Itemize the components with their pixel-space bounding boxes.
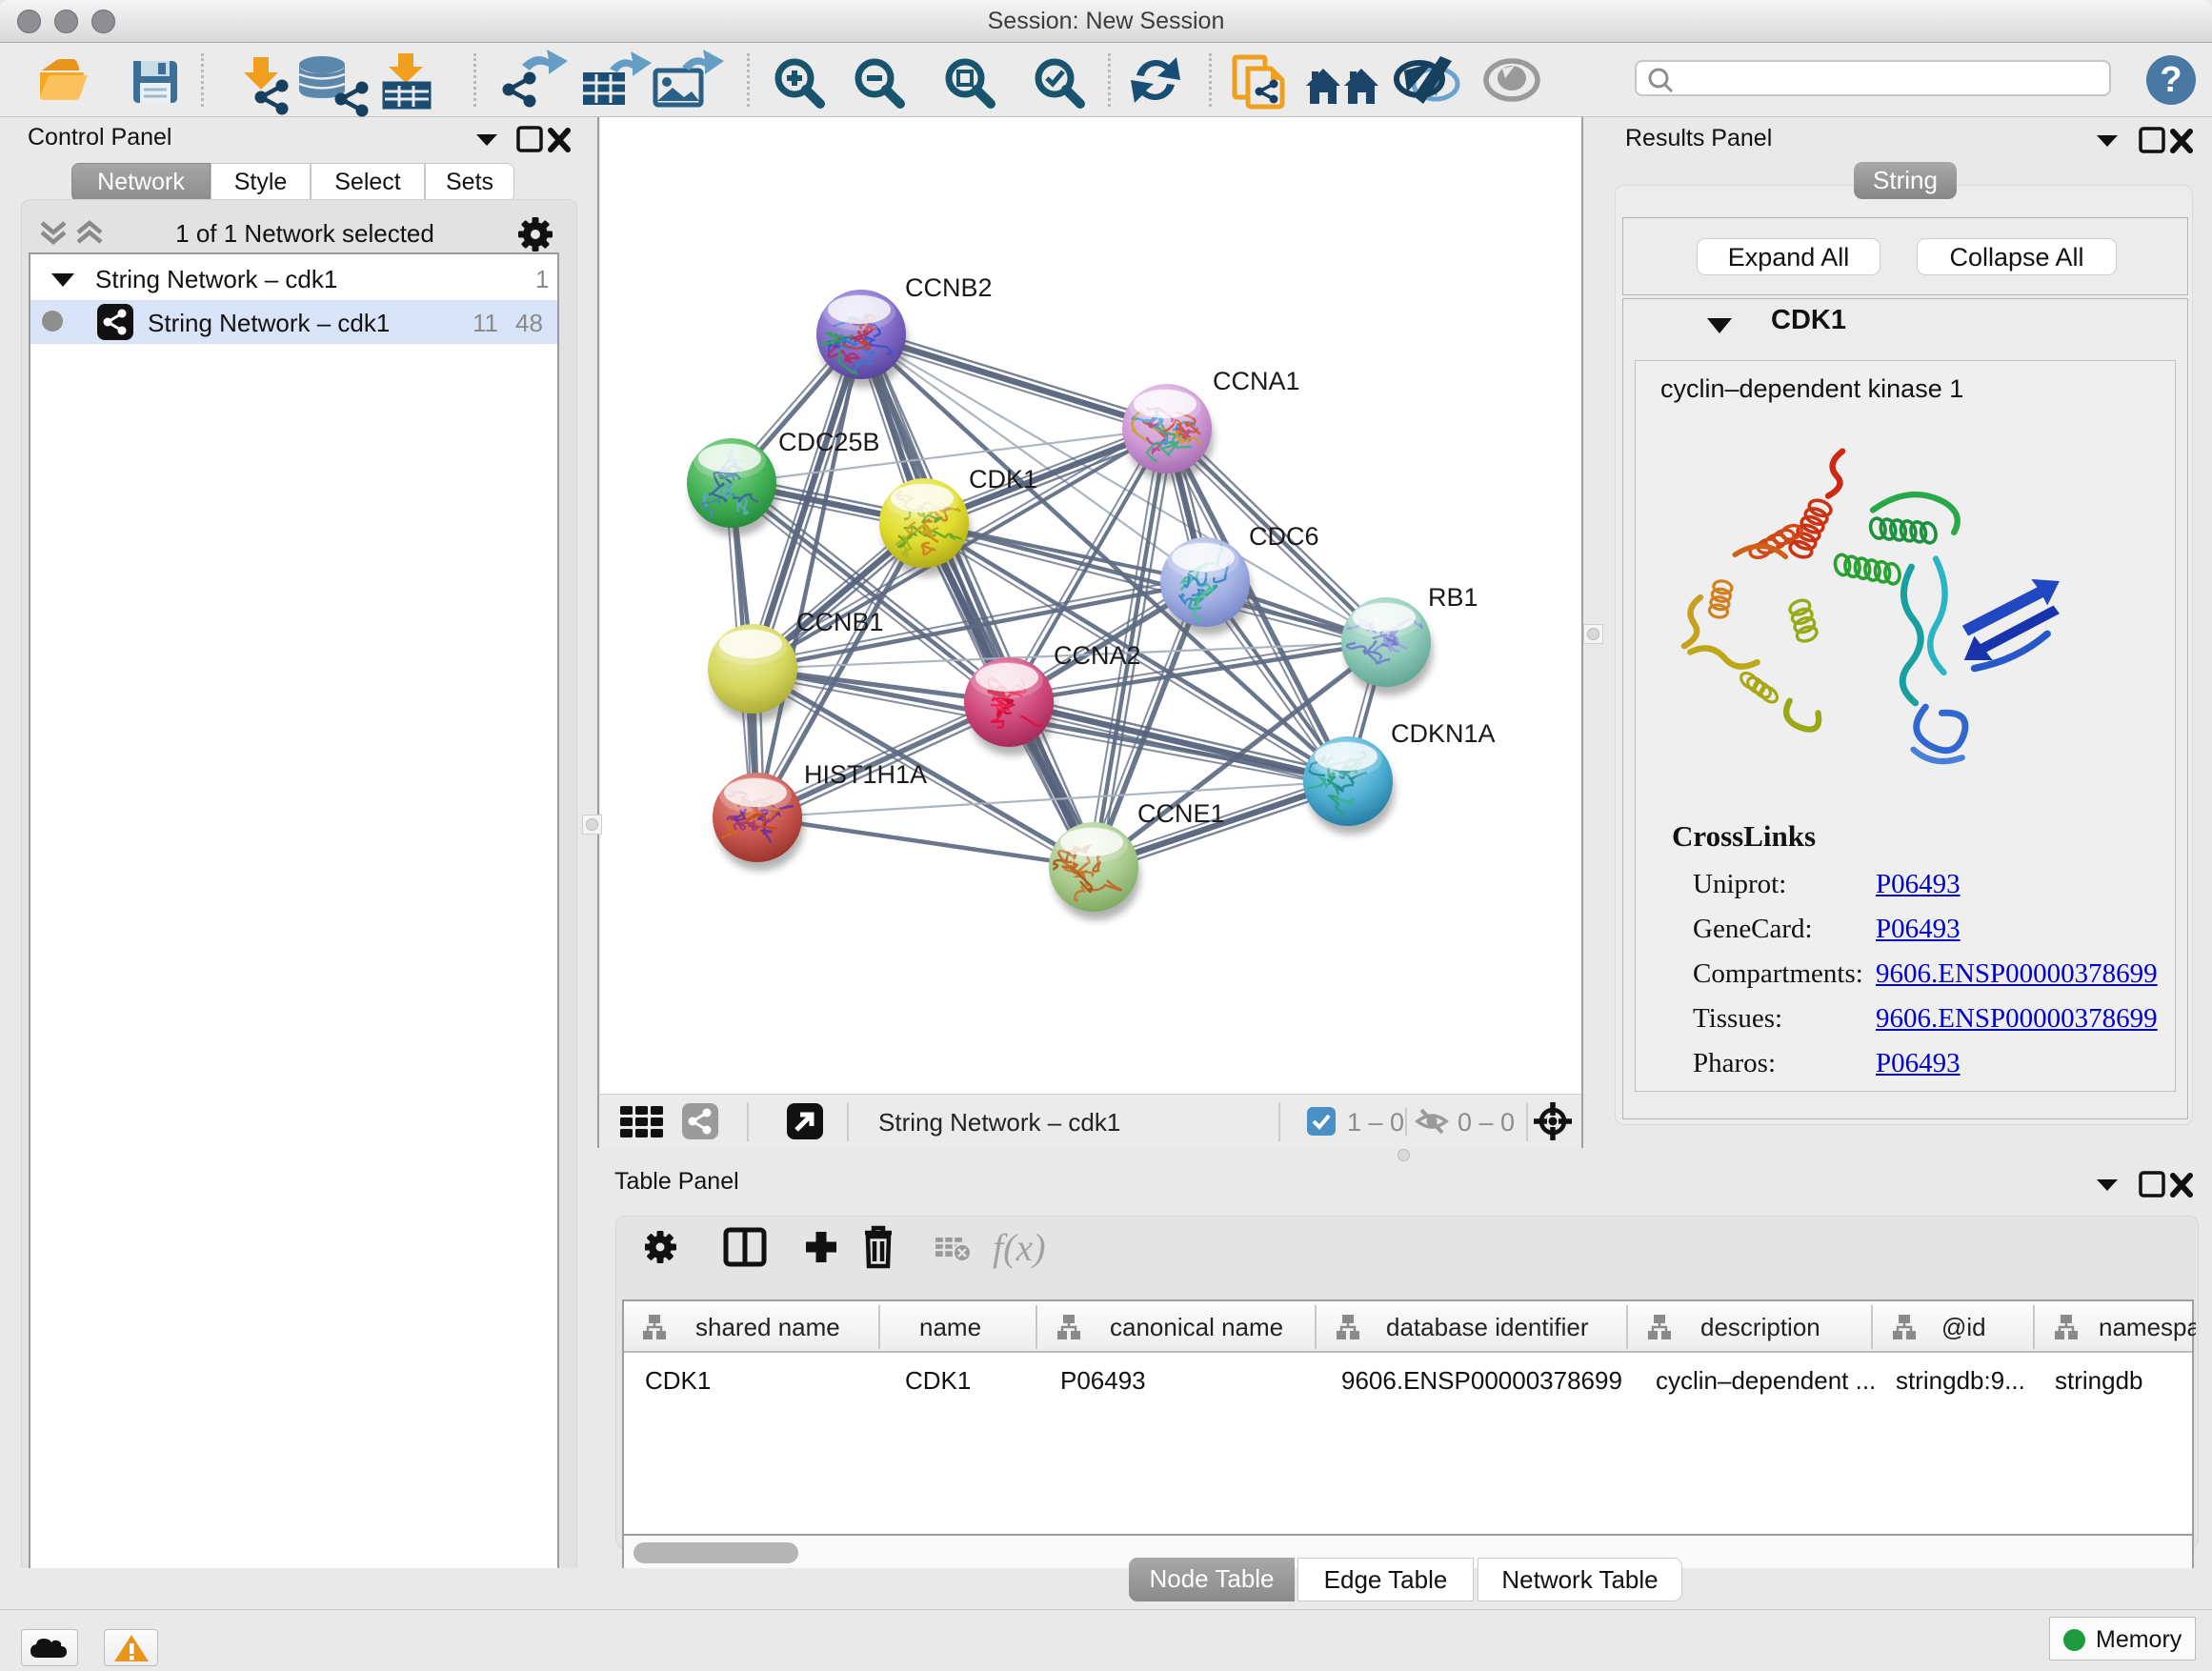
svg-text:description: description	[1700, 1313, 1820, 1341]
svg-text:CDK1: CDK1	[969, 465, 1037, 493]
svg-text:1 of 1 Network selected: 1 of 1 Network selected	[175, 219, 434, 248]
svg-text:CDC25B: CDC25B	[778, 428, 880, 456]
svg-text:stringdb: stringdb	[2055, 1366, 2143, 1395]
svg-text:namespac: namespac	[2099, 1313, 2196, 1341]
svg-text:CDKN1A: CDKN1A	[1391, 719, 1496, 748]
svg-text:CDK1: CDK1	[645, 1366, 711, 1395]
svg-text:P06493: P06493	[1060, 1366, 1146, 1395]
svg-text:CCNB2: CCNB2	[905, 273, 993, 302]
svg-text:@id: @id	[1941, 1313, 1986, 1341]
svg-text:cyclin–dependent ...: cyclin–dependent ...	[1656, 1366, 1876, 1395]
svg-text:CCNA2: CCNA2	[1054, 641, 1141, 670]
svg-text:String Network – cdk1: String Network – cdk1	[878, 1108, 1120, 1137]
svg-text:HIST1H1A: HIST1H1A	[804, 760, 927, 789]
svg-text:name: name	[919, 1313, 981, 1341]
svg-text:canonical name: canonical name	[1110, 1313, 1283, 1341]
svg-text:database identifier: database identifier	[1386, 1313, 1589, 1341]
svg-text:f(x): f(x)	[993, 1226, 1046, 1269]
svg-text:9606.ENSP00000378699: 9606.ENSP00000378699	[1341, 1366, 1622, 1395]
svg-text:CDC6: CDC6	[1249, 522, 1319, 551]
svg-text:CCNB1: CCNB1	[796, 608, 884, 636]
svg-text:stringdb:9...: stringdb:9...	[1896, 1366, 2025, 1395]
svg-text:CCNE1: CCNE1	[1137, 799, 1225, 828]
svg-text:CCNA1: CCNA1	[1213, 367, 1300, 395]
svg-text:0 – 0: 0 – 0	[1458, 1108, 1515, 1137]
svg-text:1 – 0: 1 – 0	[1347, 1108, 1404, 1137]
svg-text:CDK1: CDK1	[905, 1366, 971, 1395]
svg-text:shared name: shared name	[695, 1313, 840, 1341]
svg-text:RB1: RB1	[1428, 583, 1478, 612]
